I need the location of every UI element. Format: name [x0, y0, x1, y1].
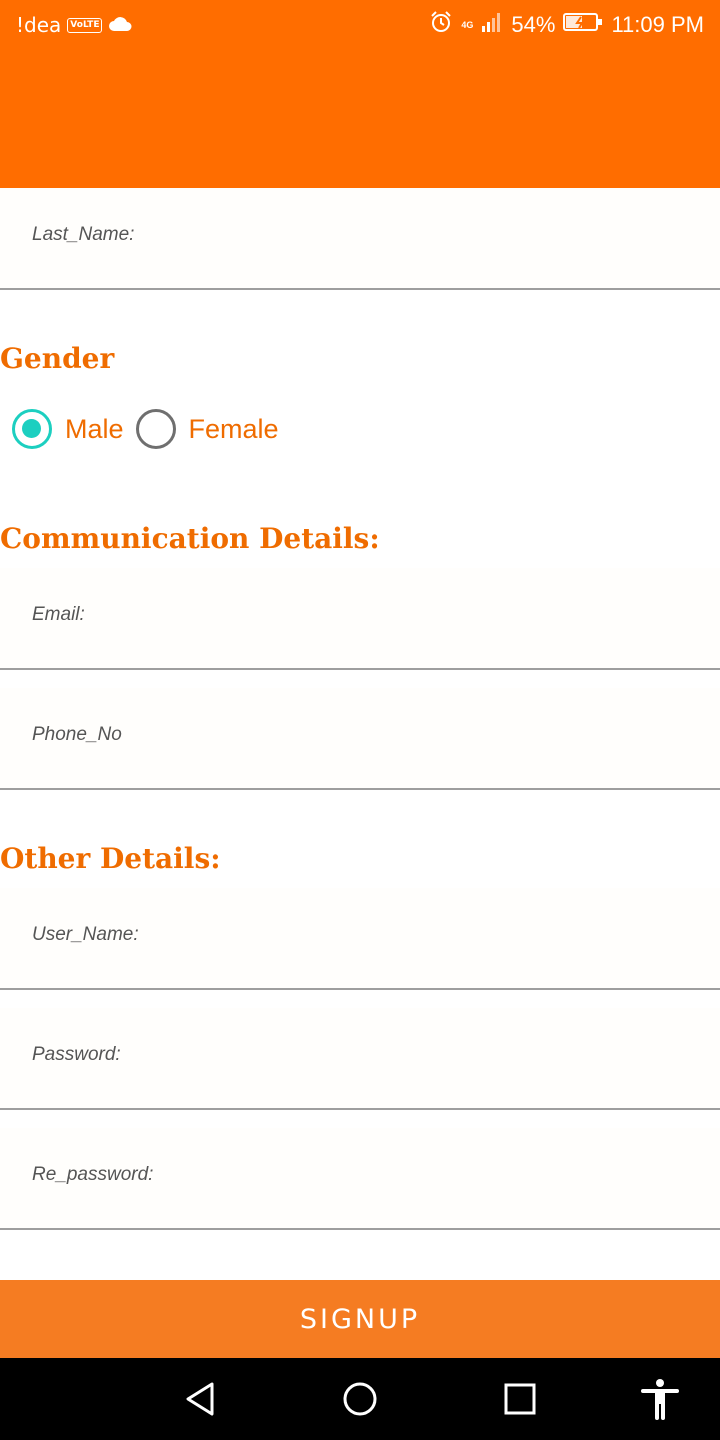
- repassword-field[interactable]: Re_password:: [0, 1128, 720, 1230]
- radio-female[interactable]: Female: [135, 409, 291, 449]
- recents-icon[interactable]: [480, 1358, 560, 1440]
- other-details-title: Other Details:: [0, 842, 221, 875]
- battery-charging-icon: [563, 11, 603, 39]
- radio-female-indicator: [135, 409, 176, 449]
- communication-title: Communication Details:: [0, 522, 380, 555]
- cloud-icon: [108, 13, 132, 37]
- app-header: !dea VoLTE 4G 54% 11:09 PM: [0, 0, 720, 188]
- clock: 11:09 PM: [611, 12, 704, 37]
- status-bar: !dea VoLTE 4G 54% 11:09 PM: [0, 0, 720, 50]
- last-name-field[interactable]: Last_Name:: [0, 188, 720, 290]
- signup-button[interactable]: SIGNUP: [0, 1280, 720, 1358]
- password-hint: Password:: [32, 1044, 121, 1065]
- signal-icon: [481, 11, 503, 39]
- radio-male[interactable]: Male: [12, 409, 136, 449]
- network-type-label: 4G: [461, 19, 474, 30]
- repassword-hint: Re_password:: [32, 1164, 154, 1185]
- last-name-hint: Last_Name:: [32, 224, 135, 245]
- status-right: 4G 54% 11:09 PM: [429, 10, 704, 40]
- alarm-icon: [429, 10, 453, 40]
- password-field[interactable]: Password:: [0, 1008, 720, 1110]
- gender-title: Gender: [0, 342, 115, 375]
- navigation-bar: [0, 1358, 720, 1440]
- radio-female-label: Female: [188, 413, 279, 444]
- status-left: !dea VoLTE: [16, 10, 132, 40]
- username-field[interactable]: User_Name:: [0, 888, 720, 990]
- username-hint: User_Name:: [32, 924, 139, 945]
- battery-percent: 54%: [511, 12, 556, 37]
- gender-radio-group: Male Female: [12, 407, 291, 451]
- home-icon[interactable]: [320, 1358, 400, 1440]
- back-icon[interactable]: [160, 1358, 240, 1440]
- radio-male-indicator: [12, 409, 52, 449]
- email-field[interactable]: Email:: [0, 568, 720, 670]
- email-hint: Email:: [32, 604, 85, 625]
- accessibility-icon[interactable]: [620, 1358, 700, 1440]
- phone-field[interactable]: Phone_No: [0, 688, 720, 790]
- phone-hint: Phone_No: [32, 724, 122, 745]
- radio-male-label: Male: [65, 413, 124, 444]
- volte-badge: VoLTE: [67, 17, 103, 33]
- carrier-name: !dea: [16, 13, 62, 37]
